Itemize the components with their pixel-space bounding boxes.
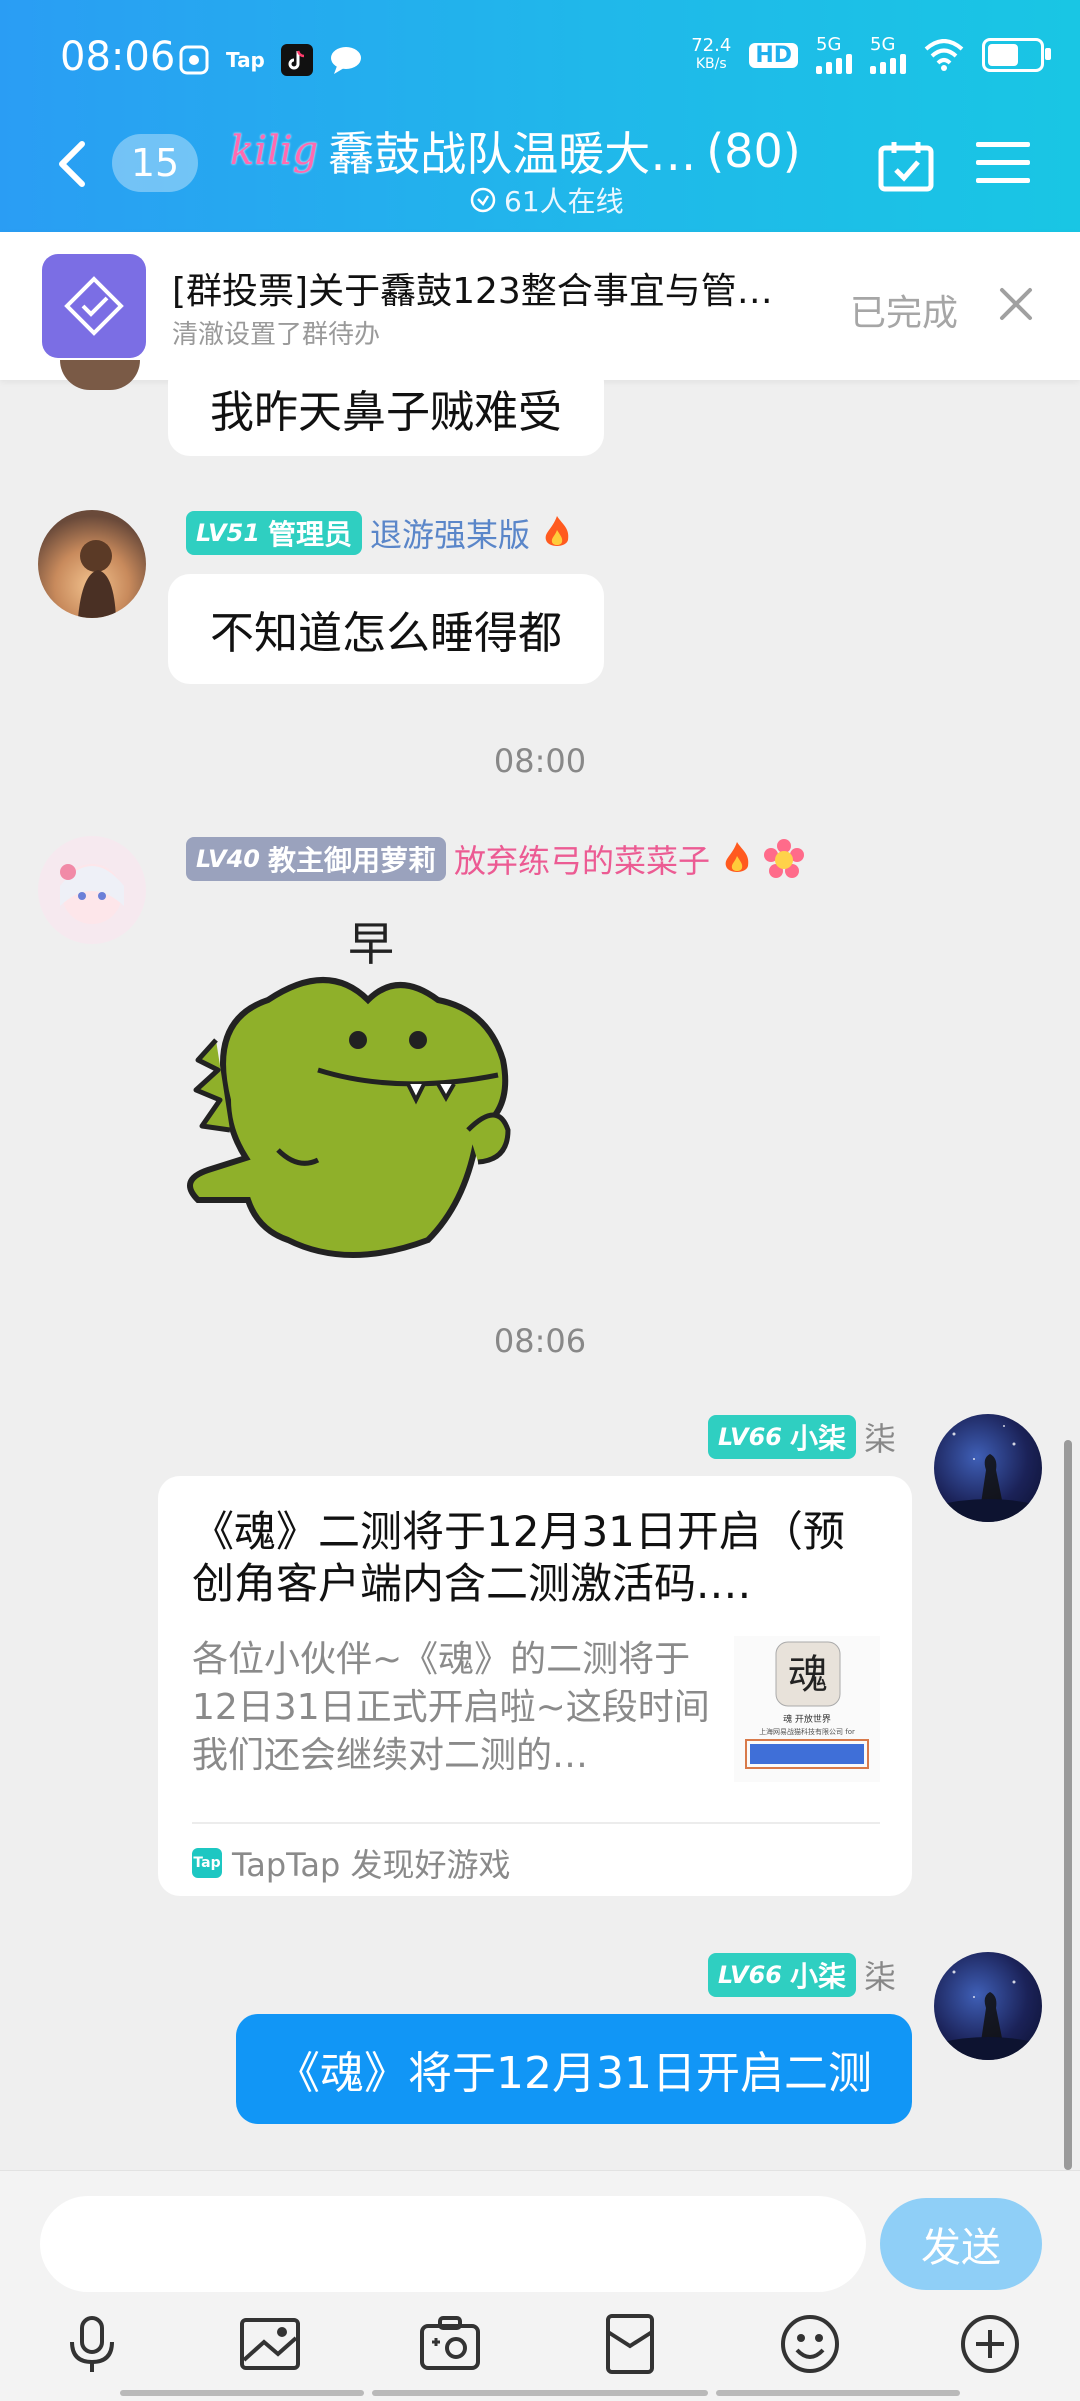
link-card-divider <box>192 1822 880 1824</box>
member-title: 教主御用萝莉 <box>267 844 436 877</box>
poll-status: 已完成 <box>850 293 959 334</box>
message-text: 《魂》将于12月31日开启二测 <box>276 2048 872 2099</box>
title-badge: kilig <box>230 128 319 174</box>
message-text: 我昨天鼻子贼难受 <box>210 387 562 438</box>
vote-box-icon <box>64 276 124 336</box>
message-input[interactable] <box>40 2196 866 2292</box>
status-app-icons: Tap <box>178 44 363 76</box>
message-text: 不知道怎么睡得都 <box>210 608 562 659</box>
sender-row: LV51 管理员 退游强某版 <box>186 510 576 556</box>
menu-icon[interactable] <box>976 140 1030 186</box>
signal-bars-icon <box>816 54 852 74</box>
hd-badge: HD <box>749 42 798 68</box>
gesture-bar <box>120 2390 364 2396</box>
net-speed-unit: KB/s <box>695 56 727 72</box>
avatar[interactable] <box>934 1414 1042 1522</box>
sender-row: LV66 小柒 柒 <box>708 1414 896 1460</box>
link-card-description: 各位小伙伴~《魂》的二测将于12日31日正式开启啦~这段时间我们还会继续对二测的… <box>192 1639 710 1776</box>
thumb-company: 上海网易战猫科技有限公司 for <box>759 1727 855 1736</box>
sender-row: LV66 小柒 柒 <box>708 1952 896 1998</box>
link-card-source: Tap TapTap 发现好游戏 <box>192 1840 511 1886</box>
send-button[interactable]: 发送 <box>880 2198 1042 2290</box>
poll-title[interactable]: [群投票]关于馫鼓123整合事宜与管… <box>172 262 812 314</box>
emoji-icon[interactable] <box>778 2312 842 2376</box>
message-bubble[interactable]: 我昨天鼻子贼难受 <box>168 360 604 456</box>
scan-icon <box>179 45 209 75</box>
gesture-bar <box>372 2390 708 2396</box>
camera-icon[interactable] <box>418 2312 482 2376</box>
avatar[interactable] <box>934 1952 1042 2060</box>
member-level-badge: LV66 小柒 <box>708 1953 856 1997</box>
fire-icon <box>545 516 569 546</box>
member-count: (80) <box>706 124 801 178</box>
time-separator: 08:00 <box>493 742 587 780</box>
link-card-source-text: TapTap 发现好游戏 <box>232 1846 511 1884</box>
level-text: LV66 <box>718 1423 782 1451</box>
taptap-icon: Tap <box>192 1848 222 1878</box>
member-title: 小柒 <box>789 1422 846 1455</box>
group-title[interactable]: kilig 馫鼓战队温暖大… (80) <box>230 118 801 184</box>
tiktok-icon <box>280 44 313 76</box>
level-text: LV40 <box>196 845 260 873</box>
member-level-badge: LV40 教主御用萝莉 <box>186 837 446 881</box>
fire-icon <box>725 842 749 872</box>
net-speed: 72.4 KB/s <box>691 37 731 73</box>
online-check-icon <box>470 187 496 213</box>
message-bubble[interactable]: 不知道怎么睡得都 <box>168 574 604 684</box>
red-packet-icon[interactable] <box>598 2312 662 2376</box>
calendar-check-icon[interactable] <box>878 140 934 192</box>
sim1-label: 5G <box>816 34 842 55</box>
group-name: 馫鼓战队温暖大… <box>328 127 697 181</box>
message-bubble-self[interactable]: 《魂》将于12月31日开启二测 <box>236 2014 912 2124</box>
image-icon[interactable] <box>238 2312 302 2376</box>
level-text: LV66 <box>718 1961 782 1989</box>
avatar[interactable] <box>38 510 146 618</box>
thumb-title: 魂 开放世界 <box>783 1713 831 1725</box>
signal-bars-icon <box>870 54 906 74</box>
status-time: 08:06 <box>60 34 176 80</box>
sender-row: LV40 教主御用萝莉 放弃练弓的菜菜子 <box>186 836 804 882</box>
level-text: LV51 <box>196 519 260 547</box>
member-level-badge: LV51 管理员 <box>186 511 362 555</box>
status-system-icons: 72.4 KB/s HD 5G 5G <box>691 36 1051 74</box>
poll-icon <box>42 254 146 358</box>
sender-name[interactable]: 放弃练弓的菜菜子 <box>454 836 710 882</box>
sender-name[interactable]: 柒 <box>864 1414 896 1460</box>
signal-2: 5G <box>870 36 906 74</box>
microphone-icon[interactable] <box>60 2312 124 2376</box>
poll-subtitle: 清澈设置了群待办 <box>172 320 381 350</box>
member-level-badge: LV66 小柒 <box>708 1415 856 1459</box>
link-card-title: 《魂》二测将于12月31日开启（预创角客户端内含二测激活码.… <box>192 1507 845 1608</box>
back-arrow-icon[interactable] <box>52 140 92 188</box>
avatar[interactable] <box>60 360 140 390</box>
time-separator: 08:06 <box>493 1322 587 1360</box>
member-title: 管理员 <box>267 518 352 551</box>
link-card-thumbnail: 魂 魂 开放世界 上海网易战猫科技有限公司 for <box>734 1636 880 1782</box>
close-icon[interactable] <box>996 284 1036 324</box>
crocodile-sticker[interactable]: 早 <box>168 900 534 1270</box>
unread-count-badge[interactable]: 15 <box>112 134 198 192</box>
sim2-label: 5G <box>870 34 896 55</box>
flower-icon <box>764 839 804 878</box>
sticker-text: 早 <box>348 917 394 971</box>
sender-name[interactable]: 退游强某版 <box>370 510 530 556</box>
chat-bubble-icon <box>330 47 361 74</box>
plus-icon[interactable] <box>958 2312 1022 2376</box>
net-speed-value: 72.4 <box>691 35 732 56</box>
gesture-bar <box>716 2390 960 2396</box>
online-status: 61人在线 <box>470 180 624 220</box>
svg-text:魂: 魂 <box>788 1652 828 1698</box>
online-text: 61人在线 <box>504 185 624 218</box>
battery-icon <box>982 38 1051 72</box>
tap-app-icon: Tap <box>226 48 265 72</box>
wifi-icon <box>924 39 964 71</box>
signal-1: 5G <box>816 36 852 74</box>
avatar[interactable] <box>38 836 146 944</box>
sender-name[interactable]: 柒 <box>864 1952 896 1998</box>
chat-scrollbar[interactable] <box>1064 1440 1072 2170</box>
member-title: 小柒 <box>789 1960 846 1993</box>
